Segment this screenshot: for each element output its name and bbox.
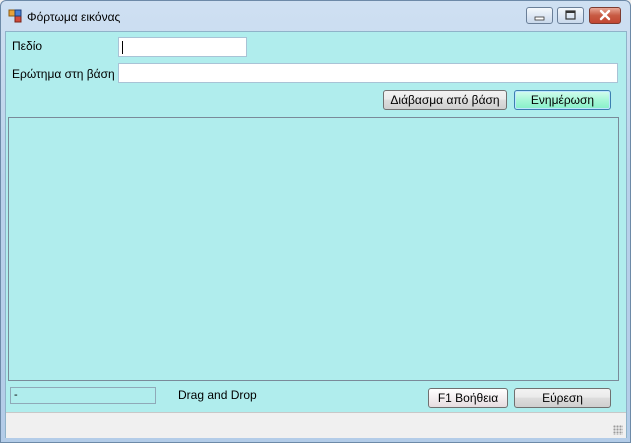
status-box: - bbox=[10, 387, 156, 404]
text-caret bbox=[122, 41, 123, 54]
window-title: Φόρτωμα εικόνας bbox=[27, 10, 121, 24]
query-label: Ερώτημα στη βάση bbox=[12, 67, 115, 81]
title-bar[interactable]: Φόρτωμα εικόνας bbox=[1, 1, 630, 31]
minimize-icon bbox=[534, 16, 545, 21]
resize-grip-icon[interactable] bbox=[613, 425, 623, 435]
minimize-button[interactable] bbox=[526, 7, 553, 24]
query-input[interactable] bbox=[118, 63, 618, 83]
close-icon bbox=[599, 9, 611, 21]
read-from-db-button[interactable]: Διάβασμα από βάση bbox=[383, 90, 507, 110]
app-icon bbox=[8, 9, 22, 23]
drag-drop-label: Drag and Drop bbox=[178, 388, 257, 402]
form-client-area: Πεδίο Ερώτημα στη βάση Διάβασμα από βάση… bbox=[5, 31, 627, 438]
find-button[interactable]: Εύρεση bbox=[514, 388, 611, 408]
field-label: Πεδίο bbox=[12, 39, 43, 53]
status-strip bbox=[6, 412, 626, 438]
image-panel[interactable] bbox=[8, 117, 619, 381]
maximize-button[interactable] bbox=[557, 7, 584, 24]
close-button[interactable] bbox=[589, 7, 621, 24]
help-button[interactable]: F1 Βοήθεια bbox=[428, 388, 508, 408]
field-input[interactable] bbox=[118, 37, 247, 57]
update-button[interactable]: Ενημέρωση bbox=[514, 90, 611, 110]
app-window: Φόρτωμα εικόνας Πεδίο Ερώτημα στη βάση Δ… bbox=[0, 0, 631, 443]
maximize-icon bbox=[565, 10, 576, 20]
status-value: - bbox=[14, 389, 18, 401]
